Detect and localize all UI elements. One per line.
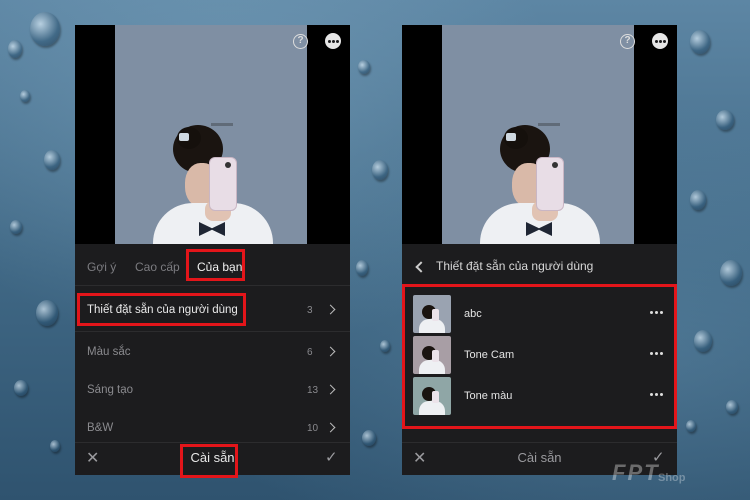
tab-premium[interactable]: Cao cấp (135, 260, 180, 274)
phone-screen-user-presets: ? Thiết đặt sẵn của người dùng abc Tone … (402, 25, 677, 475)
help-icon[interactable]: ? (293, 34, 308, 49)
preset-thumbnail (413, 295, 451, 333)
preset-group-creative[interactable]: Sáng tạo 13 (75, 372, 350, 410)
preset-group-count: 13 (307, 385, 319, 396)
divider (75, 285, 350, 286)
preset-group-color[interactable]: Màu sắc 6 (75, 334, 350, 372)
chevron-right-icon (325, 346, 336, 357)
more-horizontal-icon[interactable] (650, 311, 664, 315)
more-horizontal-icon[interactable] (650, 393, 664, 397)
preset-group-user[interactable]: Thiết đặt sẵn của người dùng 3 (75, 292, 350, 330)
user-presets-header: Thiết đặt sẵn của người dùng (402, 251, 677, 281)
more-options-icon[interactable] (652, 33, 668, 49)
chevron-right-icon (325, 384, 336, 395)
check-icon[interactable]: ✓ (325, 448, 338, 466)
preset-name: Tone màu (464, 390, 513, 402)
preset-group-count: 10 (307, 423, 319, 434)
preset-thumbnail (413, 377, 451, 415)
preset-thumbnail (413, 336, 451, 374)
more-horizontal-icon[interactable] (650, 352, 664, 356)
preset-group-label: B&W (87, 422, 114, 434)
preset-tabs: Gợi ý Cao cấp Của bạn (75, 251, 350, 285)
tab-suggestions[interactable]: Gợi ý (87, 260, 116, 274)
preset-group-label: Sáng tạo (87, 384, 134, 396)
chevron-right-icon (325, 304, 336, 315)
preset-item[interactable]: abc (402, 295, 677, 335)
preset-name: Tone Cam (464, 349, 515, 361)
back-chevron-icon[interactable] (415, 261, 427, 273)
preset-group-count: 6 (307, 347, 313, 358)
help-icon[interactable]: ? (620, 34, 635, 49)
preset-item[interactable]: Tone Cam (402, 336, 677, 376)
phone-screen-presets: ? Gợi ý Cao cấp Của bạn Thiết đặt sẵn củ… (75, 25, 350, 475)
brand-watermark-sub: Shop (658, 472, 686, 484)
preset-item[interactable]: Tone màu (402, 377, 677, 417)
header-title: Thiết đặt sẵn của người dùng (436, 259, 594, 273)
photo-preview-area: ? (75, 25, 350, 244)
bottom-bar-title: Cài sẵn (190, 450, 235, 465)
bottom-bar: ✕ Cài sẵn ✓ (75, 442, 350, 475)
preset-name: abc (464, 308, 482, 320)
preset-group-count: 3 (307, 305, 313, 316)
photo-preview (115, 25, 307, 244)
tab-yours[interactable]: Của bạn (197, 260, 242, 274)
chevron-right-icon (325, 422, 336, 433)
photo-preview-area: ? (402, 25, 677, 244)
more-options-icon[interactable] (325, 33, 341, 49)
brand-watermark: FPT (612, 460, 660, 485)
preset-group-label: Màu sắc (87, 346, 131, 358)
divider (75, 331, 350, 332)
photo-preview (442, 25, 634, 244)
preset-group-label: Thiết đặt sẵn của người dùng (87, 304, 238, 316)
